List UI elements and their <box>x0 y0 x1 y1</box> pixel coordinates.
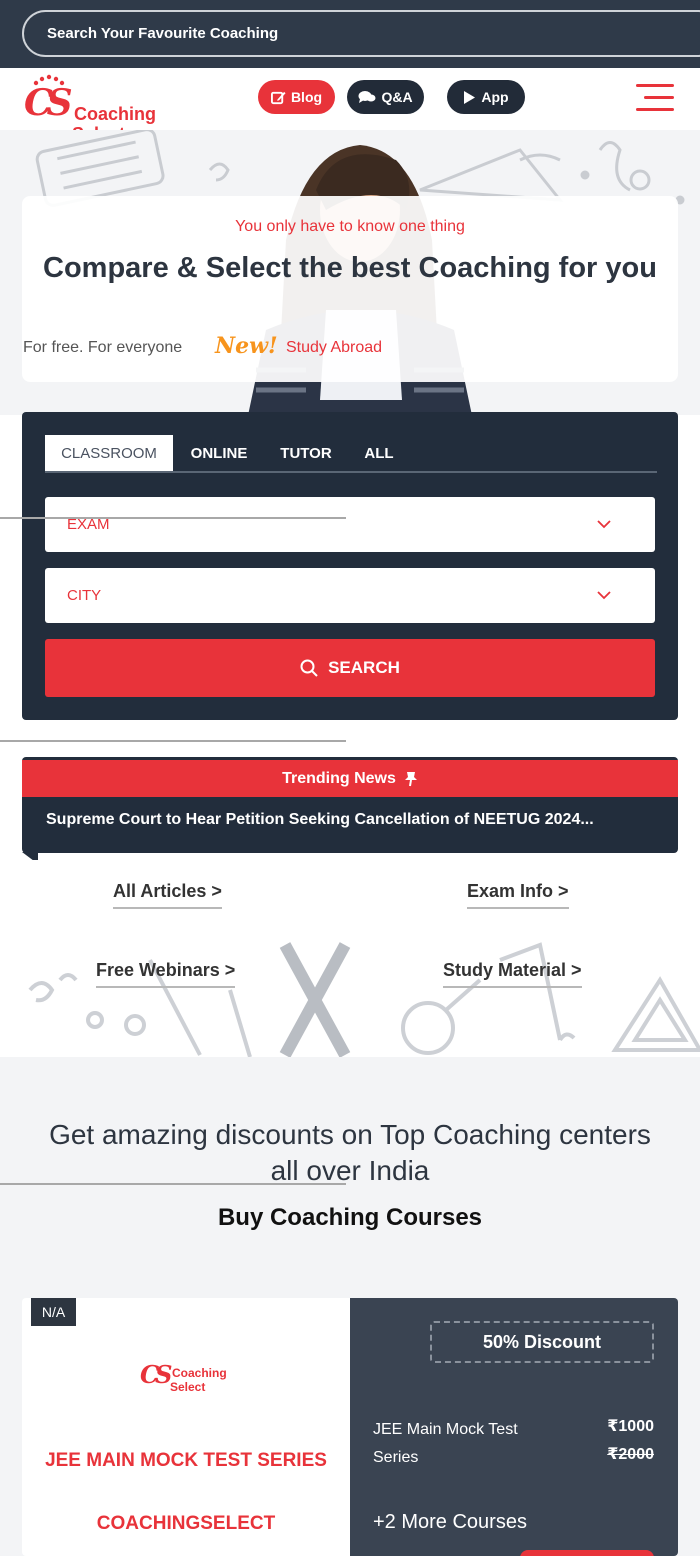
app-label: App <box>481 89 509 105</box>
institute-logo-mark: CS <box>140 1360 173 1389</box>
city-select[interactable]: CITY <box>45 568 655 623</box>
site-header: CS Coaching Select Blog Q&A App <box>0 68 700 144</box>
logo-text-top: Coaching <box>74 104 157 124</box>
tab-online[interactable]: ONLINE <box>183 435 255 471</box>
pencil-square-icon <box>270 91 286 104</box>
institute-logo-bottom: Select <box>170 1380 206 1394</box>
divider-line <box>0 517 346 519</box>
chevron-down-icon <box>597 591 611 600</box>
chat-bubbles-icon <box>358 91 376 103</box>
free-text: For free. For everyone <box>23 339 183 356</box>
city-select-label: CITY <box>67 587 102 604</box>
app-button[interactable]: App <box>447 80 525 114</box>
blog-label: Blog <box>290 89 323 105</box>
search-button-label: SEARCH <box>328 658 400 677</box>
pin-icon <box>404 771 417 786</box>
tab-tutor[interactable]: TUTOR <box>273 435 339 471</box>
course-name: JEE MAIN MOCK TEST SERIES <box>45 1450 327 1471</box>
tab-all[interactable]: ALL <box>357 435 401 471</box>
hamburger-menu-icon[interactable] <box>636 82 676 112</box>
discount-badge: 50% Discount <box>430 1321 654 1363</box>
institute-logo: CS Coaching Select <box>140 1358 240 1398</box>
buy-button[interactable] <box>520 1550 654 1556</box>
play-icon <box>464 90 476 104</box>
course-old-price: ₹2000 <box>607 1446 654 1463</box>
course-title[interactable]: JEE Main Mock Test Series <box>373 1416 553 1472</box>
search-icon <box>300 659 318 677</box>
institute-name: COACHINGSELECT <box>96 1513 276 1534</box>
blog-button[interactable]: Blog <box>258 80 335 114</box>
search-button[interactable]: SEARCH <box>45 639 655 697</box>
chevron-down-icon <box>597 520 611 529</box>
exam-info-link[interactable]: Exam Info > <box>467 881 569 909</box>
rating-badge: N/A <box>31 1298 76 1326</box>
trending-news-headline[interactable]: Supreme Court to Hear Petition Seeking C… <box>46 811 668 829</box>
divider-line <box>0 740 346 742</box>
discounts-subtitle: Buy Coaching Courses <box>217 1204 483 1231</box>
more-courses-link[interactable]: +2 More Courses <box>373 1511 527 1534</box>
hero-tagline: You only have to know one thing <box>235 218 465 235</box>
all-articles-link[interactable]: All Articles > <box>113 881 222 909</box>
course-price: ₹1000 <box>607 1418 654 1435</box>
study-abroad-link[interactable]: Study Abroad <box>286 339 382 357</box>
hero-headline: Compare & Select the best Coaching for y… <box>43 252 657 284</box>
top-search-bar: Search Your Favourite Coaching <box>0 0 700 68</box>
exam-select[interactable]: EXAM <box>45 497 655 552</box>
new-badge: New! <box>215 333 278 359</box>
tab-classroom[interactable]: CLASSROOM <box>45 435 173 471</box>
discounts-title: Get amazing discounts on Top Coaching ce… <box>49 1119 651 1186</box>
doodle-background <box>28 942 700 1057</box>
finder-tabs: CLASSROOM ONLINE TUTOR ALL <box>45 435 657 473</box>
study-material-link[interactable]: Study Material > <box>443 960 582 988</box>
logo-mark: CS <box>24 82 73 124</box>
quick-links-section <box>0 860 700 1057</box>
divider-line <box>0 1183 346 1185</box>
search-input[interactable]: Search Your Favourite Coaching <box>22 10 700 57</box>
trending-news-header: Trending News <box>22 760 678 797</box>
institute-logo-top: Coaching <box>172 1366 227 1380</box>
logo[interactable]: CS Coaching Select <box>24 74 174 144</box>
trending-news-title: Trending News <box>282 769 396 787</box>
qa-label: Q&A <box>381 89 413 105</box>
qa-button[interactable]: Q&A <box>347 80 424 114</box>
free-webinars-link[interactable]: Free Webinars > <box>96 960 236 988</box>
